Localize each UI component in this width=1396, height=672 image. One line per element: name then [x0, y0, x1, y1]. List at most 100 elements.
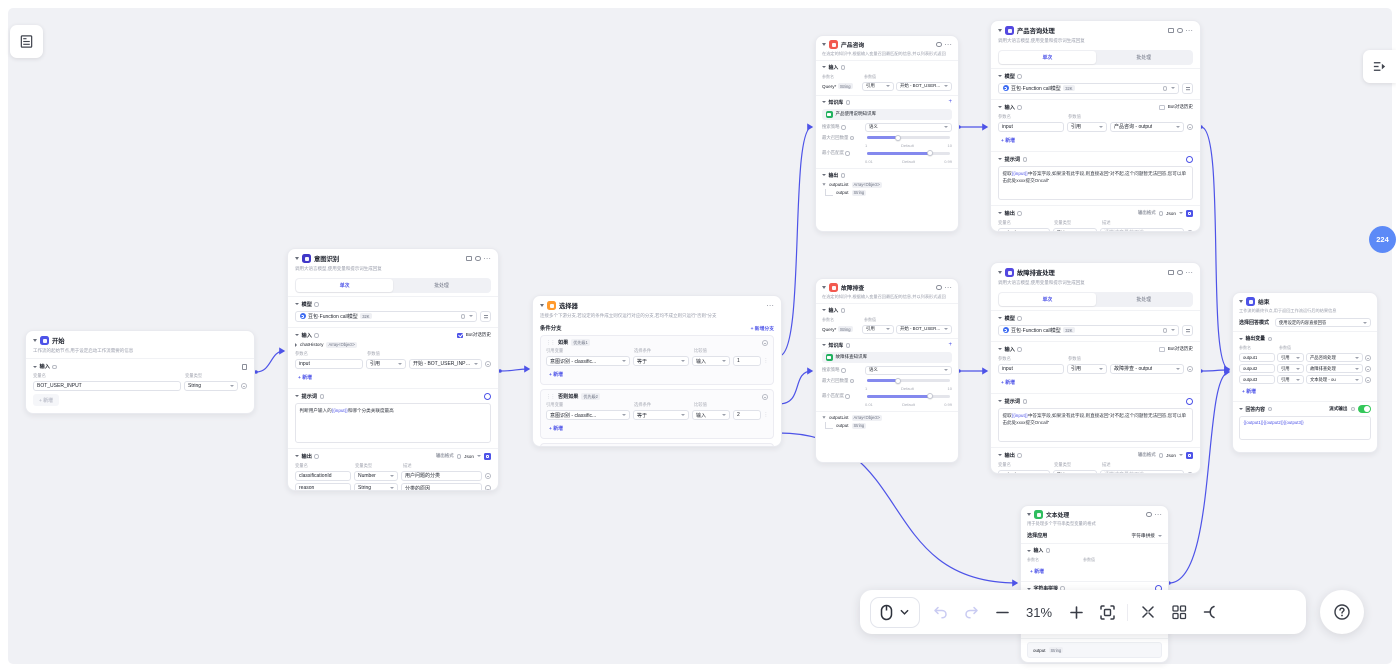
- param-name-input[interactable]: input: [998, 364, 1064, 374]
- prompt-textarea[interactable]: 提取{{input}}中答案字段,如果没有此字段,则直接返回“对不起,这个问题暂…: [998, 408, 1193, 442]
- node-start[interactable]: 开始 工作流的起始节点,用于设定启动工作流需要的信息 输入 变量名变量类型 BO…: [25, 330, 255, 414]
- param-name-input[interactable]: input: [998, 122, 1064, 132]
- expand-icon[interactable]: [822, 417, 825, 419]
- remove-row-icon[interactable]: [1365, 366, 1371, 372]
- ref-var-select[interactable]: 意图识别 - classific...: [546, 356, 630, 366]
- condition-select[interactable]: 等于: [633, 356, 689, 366]
- section-collapse-icon[interactable]: [998, 75, 1002, 77]
- compare-value-input[interactable]: 2: [733, 410, 761, 420]
- more-icon[interactable]: [945, 287, 952, 289]
- section-collapse-icon[interactable]: [998, 400, 1002, 402]
- collapse-icon[interactable]: [822, 43, 826, 46]
- auto-arrange-button[interactable]: [1199, 601, 1221, 623]
- remove-row-icon[interactable]: [1187, 366, 1193, 372]
- remove-row-icon[interactable]: [1187, 472, 1193, 474]
- add-condition-button[interactable]: + 新增: [546, 369, 566, 380]
- section-collapse-icon[interactable]: [998, 454, 1002, 456]
- expand-icon[interactable]: [295, 343, 297, 347]
- remove-row-icon[interactable]: [1365, 377, 1371, 383]
- model-select[interactable]: 豆包·Function call模型32K: [998, 325, 1179, 336]
- section-collapse-icon[interactable]: [295, 395, 299, 397]
- section-collapse-icon[interactable]: [822, 309, 826, 311]
- model-settings-button[interactable]: [1182, 83, 1193, 94]
- auto-generate-icon[interactable]: [1186, 452, 1193, 459]
- section-collapse-icon[interactable]: [822, 344, 826, 346]
- collapse-icon[interactable]: [998, 271, 1002, 274]
- remove-row-icon[interactable]: [485, 473, 491, 479]
- tab-batch[interactable]: 批处理: [1096, 51, 1192, 63]
- section-collapse-icon[interactable]: [998, 158, 1002, 160]
- test-run-icon[interactable]: [1168, 28, 1174, 34]
- variable-type-select[interactable]: String: [184, 381, 238, 391]
- collapse-icon[interactable]: [998, 29, 1002, 32]
- tab-batch[interactable]: 批处理: [1096, 293, 1192, 305]
- ref-value-select[interactable]: 故障排查 - output: [1110, 364, 1184, 374]
- drag-handle-icon[interactable]: ⋮⋮: [546, 394, 555, 400]
- tab-single[interactable]: 单次: [999, 51, 1095, 63]
- zoom-level[interactable]: 31%: [1022, 605, 1056, 620]
- drag-handle-icon[interactable]: ⋮: [764, 412, 769, 418]
- run-icon[interactable]: [936, 42, 942, 48]
- auto-generate-icon[interactable]: [1186, 210, 1193, 217]
- max-recall-slider[interactable]: [867, 379, 950, 382]
- ref-value-select[interactable]: 产品咨询处理: [1306, 353, 1363, 362]
- output-var-name-input[interactable]: output1: [1239, 353, 1275, 362]
- ref-type-select[interactable]: 引用: [1277, 353, 1304, 362]
- model-select[interactable]: 豆包·Function call模型32K: [998, 83, 1179, 94]
- section-collapse-icon[interactable]: [822, 66, 826, 68]
- ref-value-select[interactable]: 故障排查处理: [1306, 364, 1363, 373]
- strategy-select[interactable]: 语义: [865, 366, 952, 375]
- output-name-input[interactable]: output: [998, 470, 1050, 474]
- strategy-select[interactable]: 语义: [865, 123, 952, 132]
- undo-button[interactable]: [929, 601, 951, 623]
- add-condition-button[interactable]: + 新增: [546, 423, 566, 434]
- drag-handle-icon[interactable]: ⋮⋮: [546, 340, 555, 346]
- section-collapse-icon[interactable]: [33, 366, 37, 368]
- node-kb-product[interactable]: 产品咨询 在选定的知识中,根据输入变量召回最匹配的信息,并以列表形式返回 输入 …: [815, 35, 959, 232]
- condition-select[interactable]: 等于: [633, 410, 689, 420]
- knowledge-item[interactable]: 产品使用说明知识库: [822, 109, 952, 120]
- pointer-mode-selector[interactable]: [870, 597, 920, 628]
- run-icon[interactable]: [1177, 270, 1183, 276]
- output-format-value[interactable]: Json: [464, 454, 474, 459]
- output-var-name-input[interactable]: output2: [1239, 364, 1275, 373]
- section-collapse-icon[interactable]: [295, 303, 299, 305]
- prompt-textarea[interactable]: 提取{{input}}中答案字段,如果没有此字段,则直接返回“对不起,这个问题暂…: [998, 166, 1193, 200]
- remove-row-icon[interactable]: [1365, 355, 1371, 361]
- remove-row-icon[interactable]: [1187, 124, 1193, 130]
- add-param-button[interactable]: + 新增: [998, 377, 1018, 388]
- output-var-name-input[interactable]: output3: [1239, 375, 1275, 384]
- ref-value-select[interactable]: 文本处理 - ou: [1306, 375, 1363, 384]
- more-icon[interactable]: [1186, 30, 1193, 32]
- section-collapse-icon[interactable]: [998, 106, 1002, 108]
- ref-type-select[interactable]: 引用: [862, 82, 894, 91]
- more-icon[interactable]: [1186, 272, 1193, 274]
- output-type-select[interactable]: String: [1053, 470, 1097, 474]
- node-end[interactable]: 结束 工作流的最终节点,用于返回工作流运行后的结果信息 选择回答模式 使用设定的…: [1232, 292, 1378, 453]
- drag-handle-icon[interactable]: ⋮: [764, 358, 769, 364]
- model-settings-button[interactable]: [480, 311, 491, 322]
- output-desc-input[interactable]: 分类的原因: [401, 483, 482, 491]
- prompt-textarea[interactable]: 判断用户输入的{{input}}和哪个分类关联度最高: [295, 403, 491, 443]
- value-type-select[interactable]: 输入: [692, 410, 730, 420]
- ref-type-select[interactable]: 引用: [1277, 364, 1304, 373]
- node-panel-button[interactable]: [10, 25, 43, 58]
- node-llm-fault[interactable]: 故障排查处理 调用大语言模型,使用变量和提示词生成回复 单次 批处理 模型 豆包…: [990, 262, 1201, 474]
- ref-var-select[interactable]: 意图识别 - classific...: [546, 410, 630, 420]
- output-format-value[interactable]: Json: [1166, 453, 1176, 458]
- model-settings-button[interactable]: [1182, 325, 1193, 336]
- output-name-input[interactable]: reason: [295, 483, 351, 491]
- expand-icon[interactable]: [822, 184, 825, 186]
- add-branch-button[interactable]: + 新增分支: [751, 325, 774, 332]
- min-match-slider[interactable]: [867, 395, 950, 398]
- test-run-icon[interactable]: [466, 256, 472, 262]
- more-icon[interactable]: [1155, 514, 1162, 516]
- ref-value-select[interactable]: 产品咨询 - output: [1110, 122, 1184, 132]
- output-name-input[interactable]: output: [998, 228, 1050, 232]
- section-collapse-icon[interactable]: [295, 455, 299, 457]
- ref-type-select[interactable]: 引用: [1067, 122, 1107, 132]
- collapse-panel-button[interactable]: [1363, 50, 1396, 83]
- answer-content-textarea[interactable]: {{output1}}{{output2}}{{output3}}: [1239, 416, 1371, 440]
- output-desc-input[interactable]: 请描述变量的用途: [1100, 228, 1184, 232]
- collapse-icon[interactable]: [540, 304, 544, 307]
